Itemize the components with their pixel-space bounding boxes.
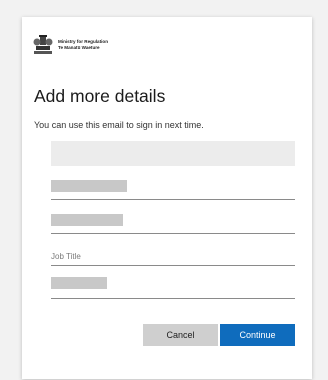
- first-name-field[interactable]: [51, 171, 295, 200]
- logo-text-maori: Te Manatū Waeture: [58, 45, 100, 50]
- org-logo: Ministry for Regulation Te Manatū Waetur…: [32, 33, 142, 59]
- last-name-field[interactable]: [51, 205, 295, 234]
- page-title: Add more details: [34, 86, 166, 106]
- job-title-input[interactable]: [51, 252, 295, 261]
- coat-of-arms-icon: [33, 35, 53, 54]
- company-field[interactable]: [51, 270, 295, 299]
- continue-button[interactable]: Continue: [220, 324, 295, 346]
- page-subtitle: You can use this email to sign in next t…: [34, 120, 204, 130]
- redacted-value: [51, 180, 127, 192]
- job-title-field[interactable]: [51, 237, 295, 266]
- cancel-button[interactable]: Cancel: [143, 324, 218, 346]
- logo-text-ministry: Ministry for Regulation: [58, 39, 109, 44]
- redacted-email-display: [51, 141, 295, 166]
- redacted-value: [51, 214, 123, 226]
- redacted-value: [51, 277, 107, 289]
